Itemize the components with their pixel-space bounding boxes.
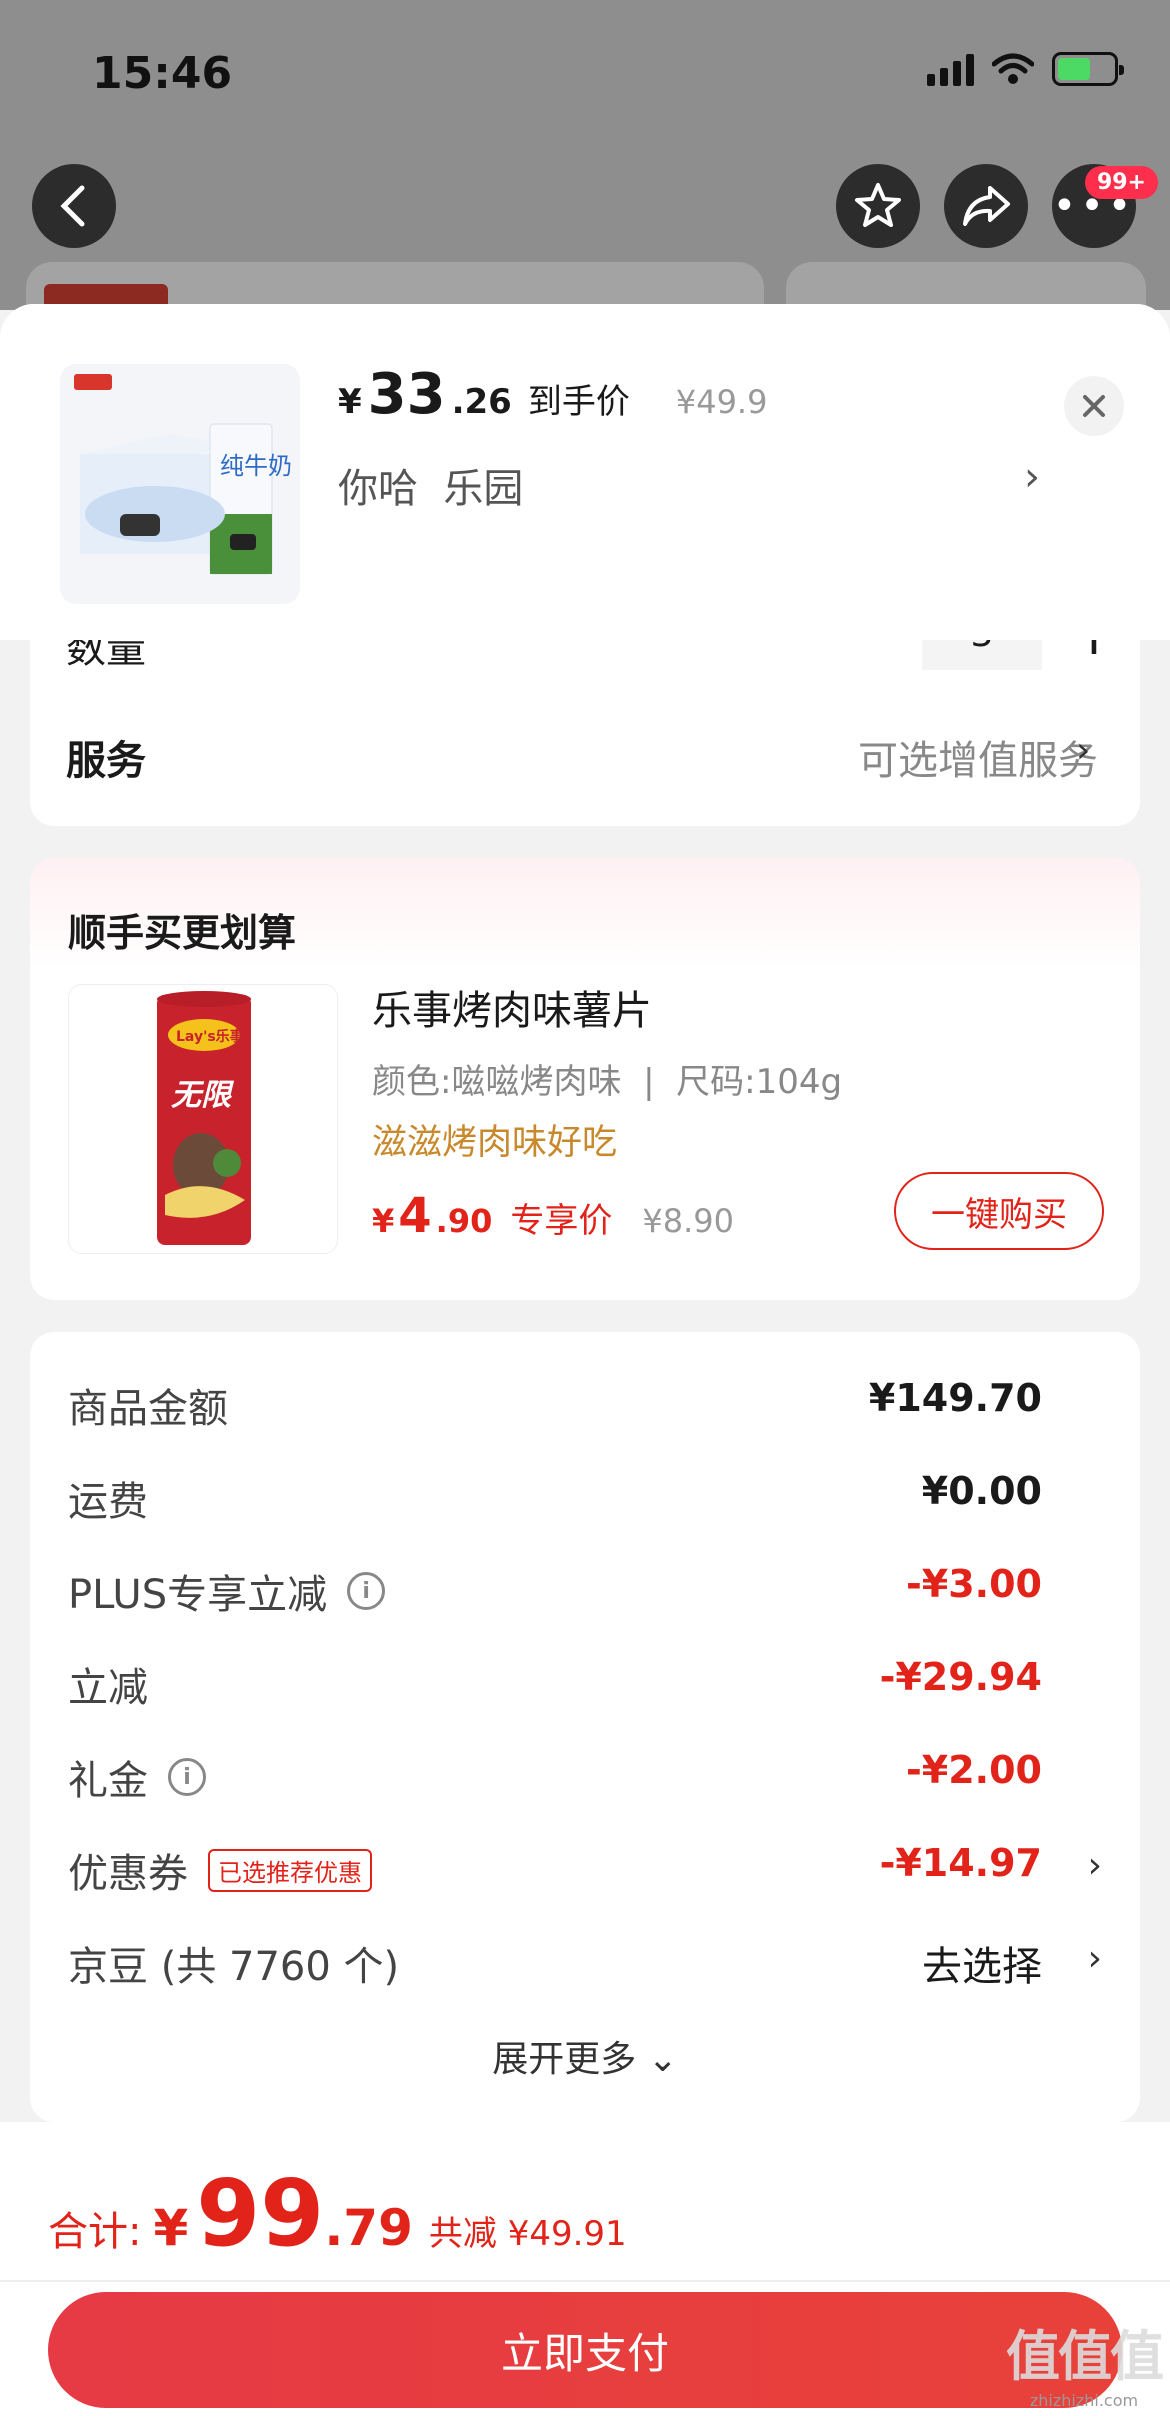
upsell-spec: 颜色:嗞嗞烤肉味 | 尺码:104g	[372, 1062, 843, 1102]
share-button[interactable]	[944, 164, 1028, 248]
chips-product-image[interactable]: Lay's乐事 无限	[68, 984, 338, 1254]
summary-label: 立减	[68, 1665, 148, 1711]
pay-now-button[interactable]: 立即支付	[48, 2292, 1122, 2408]
summary-row-jingdou[interactable]: 京豆 (共 7760 个) 去选择 ›	[68, 1934, 1102, 1994]
selected-product-header: 纯牛奶 ¥ 33 .26 到手价 ¥49.9 你哈 乐园 ›	[0, 304, 1170, 640]
info-icon[interactable]: i	[168, 1758, 206, 1796]
total-integer: 99	[196, 2160, 325, 2267]
summary-value: ¥0.00	[921, 1469, 1042, 1513]
chevron-right-icon[interactable]: ›	[1088, 1938, 1102, 1979]
price-decimal: .26	[451, 382, 512, 422]
share-arrow-icon	[963, 186, 1010, 226]
original-price: ¥49.9	[675, 383, 768, 421]
chevron-left-icon	[60, 185, 85, 227]
status-time: 15:46	[92, 48, 233, 99]
favorite-button[interactable]	[836, 164, 920, 248]
wifi-icon	[992, 53, 1034, 84]
signal-icon	[927, 52, 974, 86]
chips-brand-text: Lay's乐事	[176, 1028, 244, 1045]
summary-row-plus-discount: PLUS专享立减 i -¥3.00	[68, 1562, 1102, 1622]
upsell-original-price: ¥8.90	[642, 1202, 734, 1240]
summary-label: PLUS专享立减 i	[68, 1562, 386, 1620]
summary-label: 京豆 (共 7760 个)	[68, 1944, 400, 1990]
service-label: 服务	[66, 738, 146, 784]
product-thumb-text: 纯牛奶	[220, 452, 292, 480]
upsell-price-decimal: .90	[435, 1202, 493, 1240]
upsell-card: 顺手买更划算 Lay's乐事 无限 乐事烤肉味薯片 颜色:嗞嗞烤肉味 | 尺码:…	[30, 858, 1140, 1300]
chips-product-text: 无限	[171, 1078, 235, 1113]
currency-symbol: ¥	[372, 1202, 395, 1240]
watermark-logo: 值值值	[1006, 2325, 1164, 2388]
summary-row-shipping: 运费 ¥0.00	[68, 1469, 1102, 1529]
summary-label-text: PLUS专享立减	[68, 1572, 328, 1618]
upsell-slogan: 滋滋烤肉味好吃	[372, 1123, 618, 1163]
price-summary-card: 商品金额 ¥149.70 运费 ¥0.00 PLUS专享立减 i -¥3.00 …	[30, 1332, 1140, 2122]
summary-value: -¥2.00	[906, 1748, 1042, 1792]
upsell-price: ¥ 4 .90 专享价 ¥8.90	[372, 1188, 734, 1244]
total-decimal: .79	[324, 2199, 413, 2257]
total-row: 合计: ¥ 99 .79 共减 ¥49.91	[48, 2160, 627, 2267]
summary-label-text: 优惠券	[68, 1851, 188, 1897]
price-integer: 33	[367, 362, 446, 427]
summary-value: -¥3.00	[906, 1562, 1042, 1606]
summary-value: -¥29.94	[879, 1655, 1042, 1699]
back-button[interactable]	[32, 164, 116, 248]
summary-row-goods-amount: 商品金额 ¥149.70	[68, 1376, 1102, 1436]
currency-symbol: ¥	[153, 2199, 189, 2257]
watermark-url: zhizhizhi.com	[1029, 2391, 1139, 2410]
close-icon	[1083, 395, 1105, 417]
upsell-price-integer: 4	[398, 1188, 432, 1244]
summary-label: 礼金 i	[68, 1748, 206, 1806]
summary-row-instant-discount: 立减 -¥29.94	[68, 1655, 1102, 1715]
status-icons	[927, 52, 1124, 86]
upsell-title: 顺手买更划算	[68, 911, 297, 955]
divider	[0, 2280, 1170, 2282]
chevron-right-icon[interactable]: ›	[1088, 1845, 1102, 1886]
summary-label: 运费	[68, 1479, 148, 1525]
message-badge: 99+	[1084, 166, 1158, 199]
chevron-right-icon[interactable]: ›	[1076, 730, 1090, 771]
summary-label: 商品金额	[68, 1386, 228, 1432]
summary-value: -¥14.97	[879, 1841, 1042, 1885]
summary-value[interactable]: 去选择	[922, 1934, 1042, 1992]
one-click-buy-button[interactable]: 一键购买	[894, 1172, 1104, 1250]
upsell-price-tag: 专享价	[510, 1201, 613, 1241]
summary-value: ¥149.70	[868, 1376, 1042, 1420]
watermark: 值值值 zhizhizhi.com	[1006, 2312, 1164, 2410]
total-saved: 共减 ¥49.91	[428, 2214, 627, 2254]
expand-more-button[interactable]: 展开更多 ⌄	[30, 2030, 1140, 2082]
close-button[interactable]	[1064, 376, 1124, 436]
currency-symbol: ¥	[338, 382, 362, 422]
info-icon[interactable]: i	[347, 1572, 386, 1610]
battery-icon	[1052, 52, 1124, 86]
summary-label-text: 礼金	[68, 1758, 148, 1804]
price-tag: 到手价	[527, 382, 630, 422]
service-value[interactable]: 可选增值服务	[858, 728, 1098, 786]
summary-row-gift-money: 礼金 i -¥2.00	[68, 1748, 1102, 1808]
price-row: ¥ 33 .26 到手价 ¥49.9	[338, 362, 767, 427]
total-label: 合计:	[48, 2209, 142, 2255]
coupon-tag: 已选推荐优惠	[208, 1848, 372, 1892]
summary-row-coupon[interactable]: 优惠券 已选推荐优惠 -¥14.97 ›	[68, 1841, 1102, 1901]
checkout-footer: 合计: ¥ 99 .79 共减 ¥49.91 立即支付 值值值 zhizhizh…	[0, 2122, 1170, 2416]
star-icon	[855, 183, 901, 227]
upsell-product-name[interactable]: 乐事烤肉味薯片	[372, 978, 652, 1036]
product-thumbnail: 纯牛奶	[60, 364, 300, 604]
selected-variant[interactable]: 你哈 乐园	[338, 456, 523, 514]
variant-chevron-icon[interactable]: ›	[1024, 454, 1040, 500]
summary-label: 优惠券 已选推荐优惠	[68, 1841, 372, 1899]
